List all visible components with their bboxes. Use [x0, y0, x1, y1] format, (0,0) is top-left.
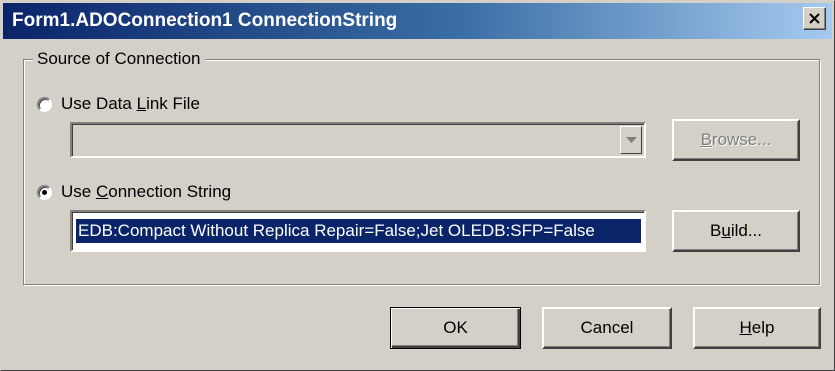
ok-button[interactable]: OK	[390, 307, 521, 349]
window-title: Form1.ADOConnection1 ConnectionString	[12, 10, 398, 31]
dialog-window: Form1.ADOConnection1 ConnectionString So…	[0, 0, 835, 371]
data-link-file-combo[interactable]	[70, 122, 646, 158]
button-label: elp	[751, 318, 775, 337]
browse-button[interactable]: Browse...	[672, 119, 800, 161]
accelerator-key: L	[136, 94, 147, 113]
label-text: onnection String	[108, 182, 232, 201]
title-bar[interactable]: Form1.ADOConnection1 ConnectionString	[3, 3, 832, 39]
label-text: Use Data	[61, 94, 137, 113]
build-button[interactable]: Build...	[672, 210, 800, 252]
group-legend: Source of Connection	[33, 49, 205, 69]
connection-string-input[interactable]: EDB:Compact Without Replica Repair=False…	[70, 210, 646, 252]
chevron-down-icon	[626, 137, 637, 143]
accelerator-key: B	[700, 130, 712, 149]
combo-dropdown-button[interactable]	[620, 126, 642, 154]
radio-use-connection-string[interactable]: Use Connection String	[37, 182, 231, 202]
button-label: Cancel	[580, 318, 634, 337]
button-label: B	[710, 221, 722, 240]
accelerator-key: C	[95, 182, 109, 201]
radio-use-data-link-file[interactable]: Use Data Link File	[37, 94, 200, 114]
cancel-button[interactable]: Cancel	[542, 307, 672, 349]
radio-circle	[37, 96, 52, 112]
radio-button[interactable]	[37, 184, 52, 200]
help-button[interactable]: Help	[693, 307, 821, 349]
accelerator-key: H	[739, 318, 752, 337]
radio-label: Use Connection String	[61, 182, 231, 202]
close-icon	[809, 13, 820, 24]
radio-selected-dot	[42, 189, 47, 195]
accelerator-key: u	[721, 221, 731, 240]
label-text: ink File	[146, 94, 200, 113]
label-text: Use	[61, 182, 96, 201]
button-label: ild...	[730, 221, 762, 240]
radio-button[interactable]	[37, 96, 52, 112]
connection-string-selected-text: EDB:Compact Without Replica Repair=False…	[76, 219, 641, 243]
button-label: OK	[443, 318, 468, 337]
button-label: rowse...	[711, 130, 772, 149]
radio-label: Use Data Link File	[61, 94, 200, 114]
close-button[interactable]	[803, 7, 826, 30]
